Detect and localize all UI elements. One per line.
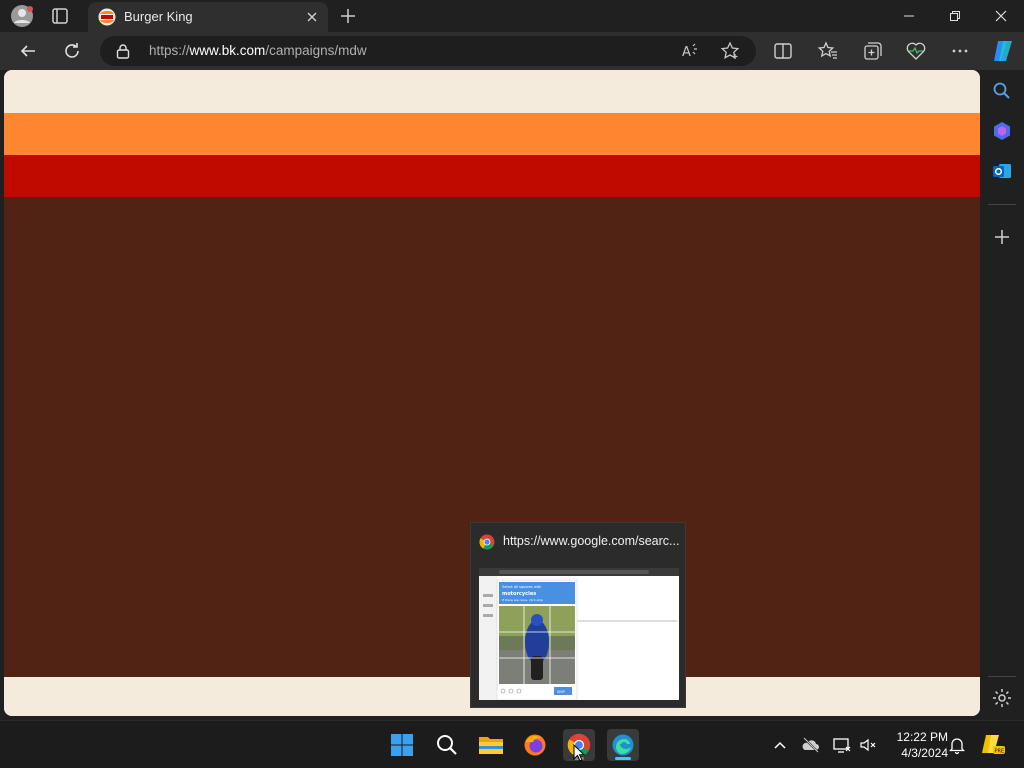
captcha-page-thumbnail: Select all squares with motorcycles If t… [479,560,679,700]
page-orange-band [4,113,980,155]
firefox-button[interactable] [519,729,551,761]
captcha-instruction-line3: If there are none, click skip [502,598,543,602]
system-clock[interactable]: 12:22 PM 4/3/2024 [884,729,948,761]
refresh-button[interactable] [59,39,85,63]
file-explorer-button[interactable] [475,729,507,761]
navigation-toolbar: https://www.bk.com/campaigns/mdw A [0,32,1024,70]
profile-avatar-icon[interactable] [10,5,34,27]
taskbar-search-button[interactable] [431,729,463,761]
volume-muted-icon[interactable] [858,735,878,755]
onedrive-offline-icon[interactable] [801,735,821,755]
notifications-bell-icon[interactable] [947,735,967,755]
tab-burger-king[interactable]: Burger King [88,2,328,32]
mouse-cursor-icon [573,744,585,762]
close-tab-icon[interactable] [304,9,320,25]
chrome-icon [479,534,495,550]
search-icon [437,735,457,755]
favorite-star-icon[interactable] [720,41,740,61]
edge-sidebar [980,70,1024,718]
lock-icon[interactable] [116,43,130,59]
file-explorer-icon [479,737,503,754]
add-icon[interactable] [991,226,1013,248]
url-host: www.bk.com [189,43,266,58]
new-tab-icon[interactable] [338,6,358,26]
collections-icon[interactable] [861,40,883,62]
outlook-icon[interactable] [991,160,1013,182]
network-icon[interactable] [832,735,852,755]
close-window-button[interactable] [978,0,1024,32]
back-button[interactable] [15,39,41,63]
page-red-band [4,155,980,197]
settings-gear-icon[interactable] [991,687,1013,709]
url-text[interactable]: https://www.bk.com/campaigns/mdw [149,43,367,58]
preview-title: https://www.google.com/searc... [503,534,680,548]
read-aloud-icon[interactable]: A [680,41,700,61]
page-header-cream-band [4,70,980,113]
copilot-icon[interactable] [990,38,1016,64]
captcha-instruction-line1: Select all squares with [502,585,541,589]
burger-king-favicon-icon [98,8,116,26]
search-icon[interactable] [991,80,1013,102]
chrome-window-preview[interactable]: https://www.google.com/searc... Select a… [470,522,686,708]
refresh-icon [65,43,79,58]
back-arrow-icon [20,45,35,57]
edge-taskbar-button[interactable] [607,729,639,761]
tab-actions-icon[interactable] [50,6,70,26]
active-window-indicator [615,757,631,760]
start-button[interactable] [386,729,418,761]
sidebar-divider-bottom [988,676,1016,677]
svg-text:A: A [682,45,691,60]
more-options-icon[interactable] [949,40,971,62]
clock-time: 12:22 PM [896,730,948,744]
taskbar: 12:22 PM 4/3/2024 PRE [0,720,1024,768]
captcha-skip-button: SKIP [557,690,565,694]
title-bar: Burger King [0,0,1024,32]
clock-date: 4/3/2024 [901,746,948,760]
close-icon [995,10,1007,22]
show-hidden-icons-icon[interactable] [770,735,790,755]
copilot-preview-icon[interactable]: PRE [980,733,1006,757]
url-path: /campaigns/mdw [265,43,367,58]
favorites-icon[interactable] [817,40,839,62]
edge-icon [612,734,634,756]
url-scheme: https:// [149,43,190,58]
captcha-keyword: motorcycles [502,591,536,597]
start-icon [391,734,413,756]
split-screen-icon[interactable] [772,40,794,62]
sidebar-divider [988,204,1016,205]
browser-essentials-icon[interactable] [905,40,927,62]
address-bar[interactable]: https://www.bk.com/campaigns/mdw A [100,36,756,66]
restore-icon [950,11,960,21]
preview-thumbnail: Select all squares with motorcycles If t… [479,560,679,700]
firefox-icon [524,734,546,756]
svg-text:PRE: PRE [995,749,1005,755]
tab-title: Burger King [124,9,193,24]
minimize-button[interactable] [886,0,932,32]
copilot-sidebar-icon[interactable] [991,120,1013,142]
restore-button[interactable] [932,0,978,32]
minimize-icon [904,15,914,17]
